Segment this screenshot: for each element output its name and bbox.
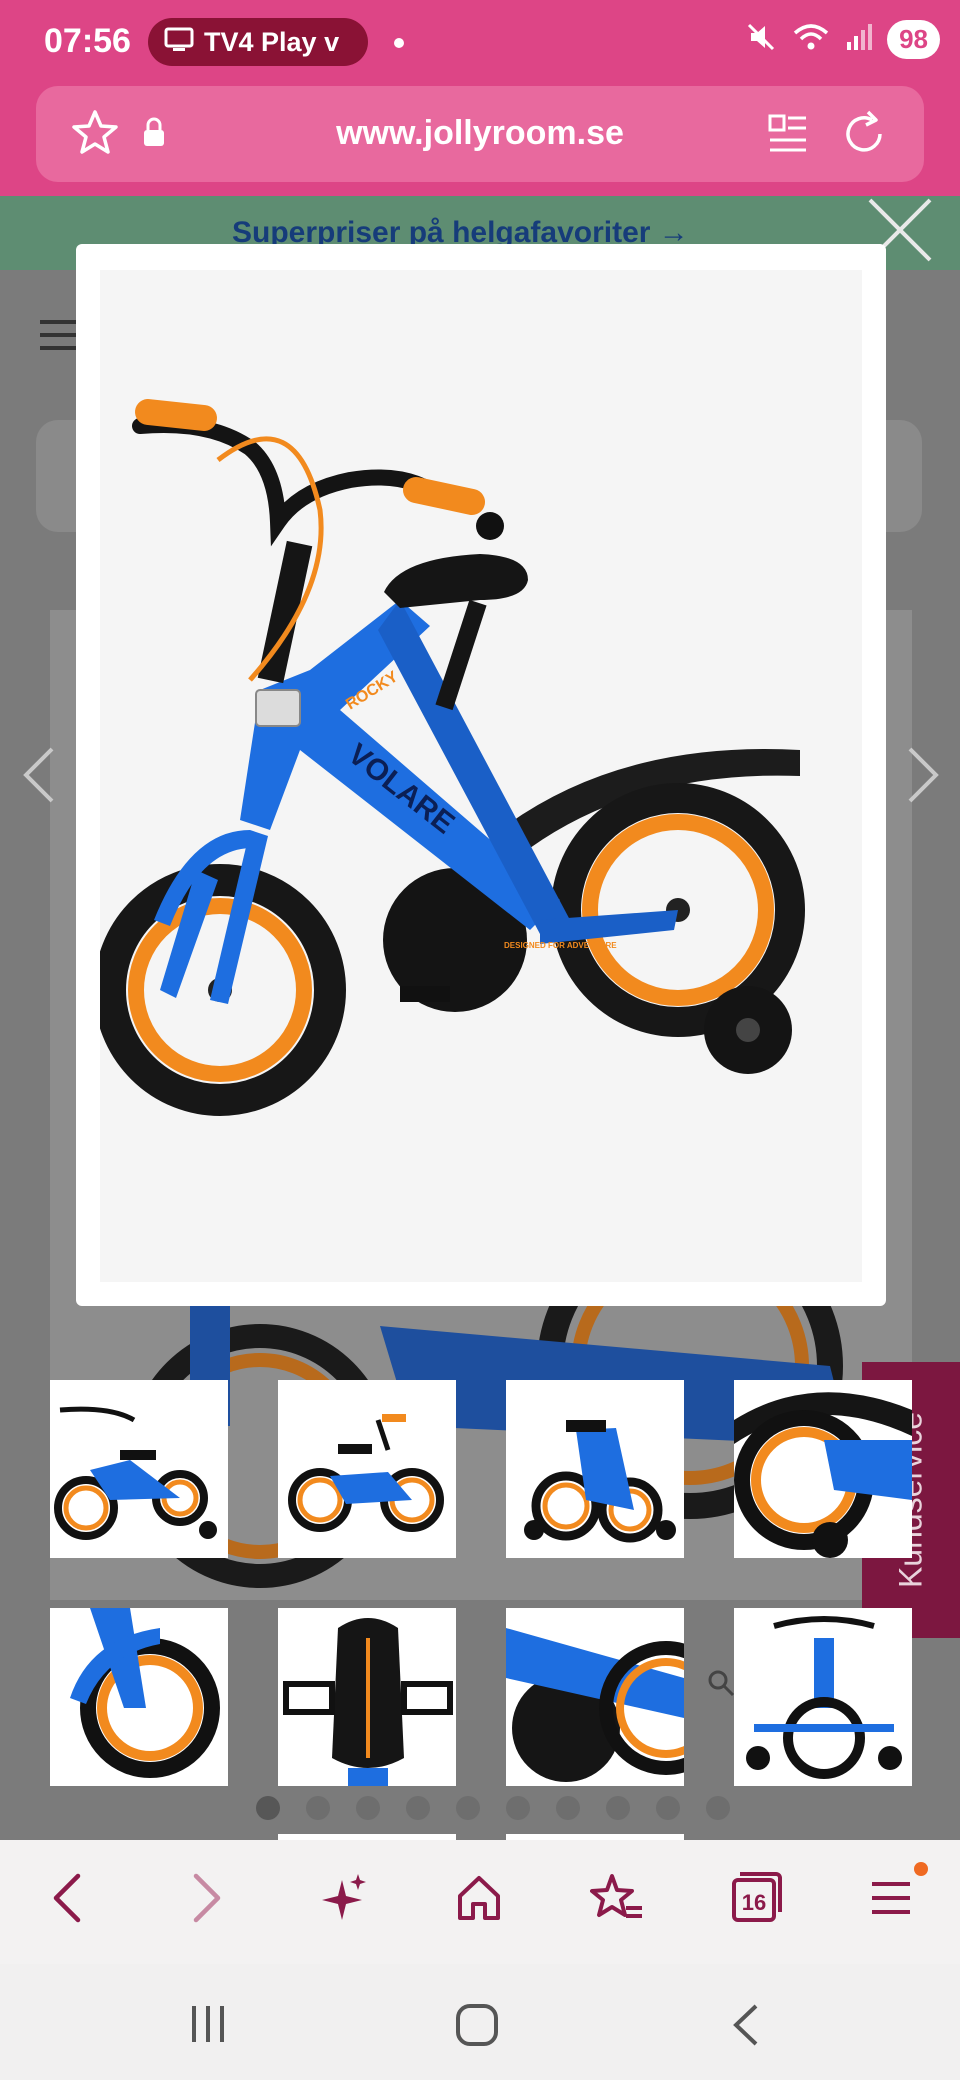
product-image-large: VOLARE ROCKY DESIGNED FOR ADVENTURE (94, 270, 862, 1282)
thumbnail-8[interactable] (734, 1608, 912, 1786)
gallery-next-arrow-icon[interactable] (906, 745, 940, 810)
recent-apps-icon[interactable] (188, 2002, 228, 2051)
browser-bottom-toolbar: 16 (0, 1840, 960, 1964)
thumbnail-6[interactable] (278, 1608, 456, 1786)
pager-dot[interactable] (306, 1796, 330, 1820)
pager-dot[interactable] (356, 1796, 380, 1820)
thumbnail-4[interactable] (734, 1380, 912, 1558)
notification-dot (394, 38, 404, 48)
bookmarks-star-icon[interactable] (590, 1870, 644, 1931)
thumbnail-5[interactable] (50, 1608, 228, 1786)
wifi-icon (791, 21, 831, 58)
reader-mode-icon[interactable] (768, 112, 808, 161)
signal-icon (845, 22, 873, 57)
pager-dot[interactable] (656, 1796, 680, 1820)
sparkle-ai-icon[interactable] (318, 1870, 368, 1931)
thumbnail-2[interactable] (278, 1380, 456, 1558)
monitor-icon (164, 27, 194, 58)
menu-icon[interactable] (868, 1870, 914, 1931)
pager-dot[interactable] (706, 1796, 730, 1820)
back-arrow-icon[interactable] (48, 1870, 88, 1931)
forward-arrow-icon[interactable] (186, 1870, 226, 1931)
pager-dot[interactable] (606, 1796, 630, 1820)
mute-icon (745, 21, 777, 58)
site-menu-icon (40, 318, 80, 357)
gallery-pager (256, 1796, 730, 1820)
status-bar: 07:56 TV4 Play v 98 (0, 0, 960, 86)
tabs-icon[interactable]: 16 (728, 1870, 782, 1931)
system-navigation-bar (0, 1964, 960, 2080)
bike-illustration: VOLARE ROCKY DESIGNED FOR ADVENTURE (94, 399, 805, 1116)
thumbnail-1[interactable] (50, 1380, 228, 1558)
gallery-prev-arrow-icon[interactable] (22, 745, 56, 810)
home-icon[interactable] (454, 1870, 504, 1931)
zoom-search-icon (706, 1668, 736, 1703)
tv4-play-notification-chip[interactable]: TV4 Play v (148, 18, 368, 66)
reload-icon[interactable] (842, 110, 888, 163)
image-lightbox: VOLARE ROCKY DESIGNED FOR ADVENTURE (76, 244, 886, 1306)
url-bar[interactable]: www.jollyroom.se (36, 86, 924, 182)
thumbnail-7[interactable] (506, 1608, 684, 1786)
pager-dot[interactable] (556, 1796, 580, 1820)
system-back-icon[interactable] (728, 2002, 762, 2053)
pager-dot[interactable] (256, 1796, 280, 1820)
pager-dot[interactable] (506, 1796, 530, 1820)
thumbnail-3[interactable] (506, 1380, 684, 1558)
pager-dot[interactable] (456, 1796, 480, 1820)
tv-chip-label: TV4 Play v (204, 26, 340, 57)
tab-count: 16 (742, 1890, 766, 1915)
browser-address-area: www.jollyroom.se (0, 86, 960, 196)
battery-level: 98 (887, 20, 940, 59)
clock: 07:56 (44, 22, 131, 60)
pager-dot[interactable] (406, 1796, 430, 1820)
menu-notification-badge (914, 1862, 928, 1876)
home-button-icon[interactable] (454, 2002, 500, 2053)
chainguard-decal: DESIGNED FOR ADVENTURE (504, 941, 617, 950)
system-icons: 98 (745, 20, 940, 59)
